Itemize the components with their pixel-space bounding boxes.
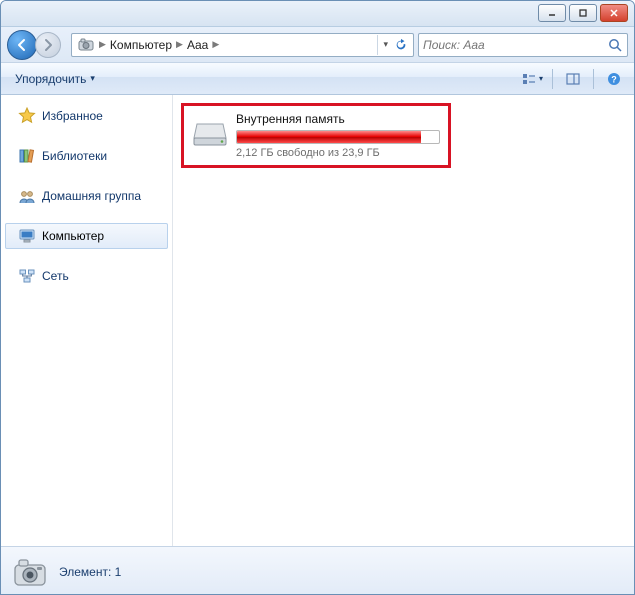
view-options-button[interactable]: ▾ [520, 68, 544, 90]
drive-item[interactable]: Внутренняя память 2,12 ГБ свободно из 23… [181, 103, 451, 168]
chevron-right-icon[interactable]: ▶ [175, 39, 184, 50]
organize-button[interactable]: Упорядочить ▾ [9, 69, 101, 89]
divider [593, 69, 594, 89]
search-box[interactable] [418, 33, 628, 57]
address-bar[interactable]: ▶ Компьютер ▶ Aaa ▶ ▾ [71, 33, 414, 57]
sidebar-item-label: Сеть [42, 269, 69, 283]
sidebar-item-label: Библиотеки [42, 149, 107, 163]
navigation-row: ▶ Компьютер ▶ Aaa ▶ ▾ [1, 27, 634, 63]
explorer-window: ▶ Компьютер ▶ Aaa ▶ ▾ Упорядочить ▾ [0, 0, 635, 595]
sidebar-item-computer[interactable]: Компьютер [5, 223, 168, 249]
sidebar-item-label: Домашняя группа [42, 189, 141, 203]
content-pane[interactable]: Внутренняя память 2,12 ГБ свободно из 23… [173, 95, 634, 546]
sidebar-item-libraries[interactable]: Библиотеки [1, 143, 172, 169]
camera-device-icon [11, 553, 49, 591]
search-input[interactable] [423, 38, 607, 52]
drive-capacity-bar [236, 130, 440, 144]
svg-text:?: ? [611, 74, 617, 84]
close-button[interactable] [600, 4, 628, 22]
search-icon[interactable] [607, 37, 623, 53]
nav-buttons [7, 30, 67, 60]
drive-info: Внутренняя память 2,12 ГБ свободно из 23… [236, 112, 440, 159]
sidebar-item-homegroup[interactable]: Домашняя группа [1, 183, 172, 209]
title-bar[interactable] [1, 1, 634, 27]
sidebar-item-network[interactable]: Сеть [1, 263, 172, 289]
details-pane: Элемент: 1 [1, 546, 634, 595]
libraries-icon [18, 147, 36, 165]
drive-capacity-fill [237, 131, 421, 143]
status-text: Элемент: 1 [59, 565, 121, 579]
drive-free-text: 2,12 ГБ свободно из 23,9 ГБ [236, 147, 440, 159]
star-icon [18, 107, 36, 125]
breadcrumb-folder[interactable]: Aaa [184, 38, 211, 52]
address-bar-right: ▾ [375, 35, 411, 55]
sidebar-item-label: Компьютер [42, 229, 104, 243]
toolbar-right: ▾ ? [520, 68, 626, 90]
main-area: Избранное Библиотеки [1, 95, 634, 546]
organize-label: Упорядочить [15, 72, 86, 86]
back-button[interactable] [7, 30, 37, 60]
camera-device-icon [77, 36, 95, 54]
breadcrumb-computer[interactable]: Компьютер [107, 38, 175, 52]
homegroup-icon [18, 187, 36, 205]
drive-icon [192, 118, 228, 148]
sidebar-item-favorites[interactable]: Избранное [1, 103, 172, 129]
sidebar-item-label: Избранное [42, 109, 103, 123]
drive-name: Внутренняя память [236, 112, 440, 126]
maximize-button[interactable] [569, 4, 597, 22]
help-button[interactable]: ? [602, 68, 626, 90]
preview-pane-button[interactable] [561, 68, 585, 90]
navigation-pane[interactable]: Избранное Библиотеки [1, 95, 173, 546]
chevron-right-icon[interactable]: ▶ [98, 39, 107, 50]
divider [377, 35, 378, 55]
forward-button[interactable] [35, 32, 61, 58]
refresh-button[interactable] [391, 35, 411, 55]
network-icon [18, 267, 36, 285]
minimize-button[interactable] [538, 4, 566, 22]
computer-icon [18, 227, 36, 245]
divider [552, 69, 553, 89]
chevron-right-icon[interactable]: ▶ [211, 39, 220, 50]
chevron-down-icon: ▾ [539, 74, 543, 83]
command-bar: Упорядочить ▾ ▾ ? [1, 63, 634, 95]
chevron-down-icon: ▾ [90, 73, 95, 84]
chevron-down-icon[interactable]: ▾ [380, 39, 391, 50]
window-controls [538, 4, 628, 22]
